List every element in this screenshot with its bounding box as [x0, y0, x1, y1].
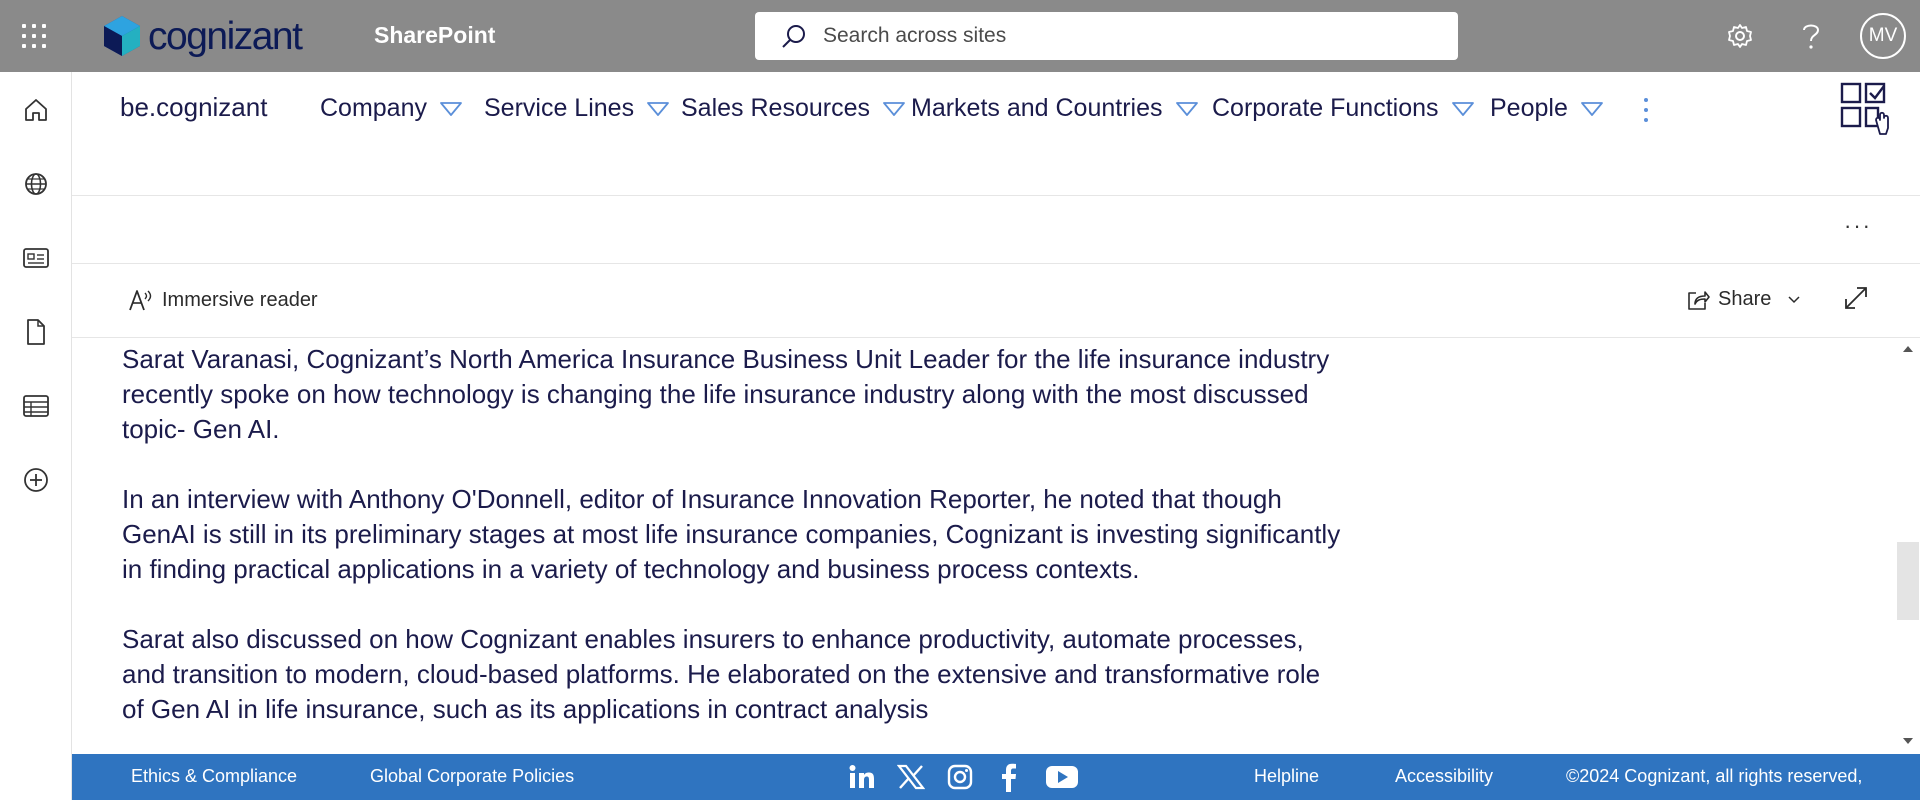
site-title[interactable]: be.cognizant [120, 92, 267, 123]
site-footer: Ethics & Compliance Global Corporate Pol… [72, 754, 1920, 800]
settings-gear-icon[interactable] [1722, 18, 1758, 54]
page-command-bar: ··· [72, 196, 1920, 264]
share-button[interactable]: Share [1686, 288, 1801, 311]
app-name[interactable]: SharePoint [374, 22, 495, 49]
scroll-down-arrow-icon[interactable] [1902, 736, 1914, 746]
footer-link-accessibility[interactable]: Accessibility [1395, 766, 1493, 787]
search-icon [782, 25, 805, 48]
search-box[interactable] [755, 12, 1458, 60]
article-paragraph: In an interview with Anthony O'Donnell, … [122, 484, 1341, 584]
x-twitter-icon[interactable] [895, 762, 927, 792]
share-icon [1688, 290, 1710, 310]
lists-icon[interactable] [18, 388, 54, 424]
dropdown-triangle-icon [1451, 101, 1474, 116]
footer-copyright: ©2024 Cognizant, all rights reserved, [1566, 766, 1863, 786]
nav-item-label: Markets and Countries [911, 94, 1163, 122]
article-paragraph: Sarat also discussed on how Cognizant en… [122, 624, 1321, 724]
nav-item-label: People [1490, 94, 1568, 122]
nav-item-corporate-functions[interactable]: Corporate Functions [1212, 94, 1475, 123]
nav-item-label: Service Lines [484, 94, 635, 122]
cognizant-logo[interactable]: cognizant [100, 14, 303, 58]
dropdown-triangle-icon [1580, 101, 1603, 116]
globe-sites-icon[interactable] [18, 166, 54, 202]
app-tiles-checklist-icon[interactable] [1840, 82, 1894, 136]
immersive-reader-icon [129, 290, 152, 311]
share-label: Share [1718, 288, 1772, 310]
footer-link-ethics[interactable]: Ethics & Compliance [131, 766, 297, 787]
immersive-reader-button[interactable]: Immersive reader [128, 288, 318, 312]
app-rail [0, 72, 72, 800]
more-options-ellipsis-icon[interactable]: ··· [1844, 215, 1872, 244]
chevron-down-icon [1788, 295, 1800, 303]
app-launcher-waffle-icon[interactable] [18, 20, 50, 52]
immersive-reader-label: Immersive reader [162, 288, 318, 311]
instagram-icon[interactable] [944, 762, 976, 792]
search-input[interactable] [823, 24, 1423, 48]
create-plus-icon[interactable] [18, 462, 54, 498]
article-paragraph: Sarat Varanasi, Cognizant’s North Americ… [122, 344, 1330, 444]
nav-item-service-lines[interactable]: Service Lines [484, 94, 670, 123]
more-nav-kebab-icon[interactable] [1640, 94, 1652, 126]
nav-item-label: Corporate Functions [1212, 94, 1439, 122]
files-document-icon[interactable] [18, 314, 54, 350]
suite-bar: cognizant SharePoint MV [0, 0, 1920, 72]
vertical-scrollbar[interactable] [1896, 338, 1920, 754]
user-avatar[interactable]: MV [1860, 13, 1906, 59]
nav-item-markets-and-countries[interactable]: Markets and Countries [911, 94, 1199, 123]
news-icon[interactable] [18, 240, 54, 276]
linkedin-icon[interactable] [846, 762, 878, 792]
article-content: Sarat Varanasi, Cognizant’s North Americ… [72, 338, 1908, 754]
dropdown-triangle-icon [1175, 101, 1198, 116]
nav-item-company[interactable]: Company [320, 94, 463, 123]
dropdown-triangle-icon [883, 101, 905, 116]
help-question-icon[interactable] [1793, 18, 1829, 54]
cognizant-logo-mark-icon [104, 16, 140, 56]
hub-navigation: be.cognizant Company Service Lines Sales… [72, 72, 1920, 196]
footer-link-helpline[interactable]: Helpline [1254, 766, 1319, 787]
expand-fullscreen-icon[interactable] [1842, 284, 1872, 314]
nav-item-people[interactable]: People [1490, 94, 1604, 123]
nav-item-label: Company [320, 94, 427, 122]
youtube-icon[interactable] [1042, 762, 1082, 792]
footer-link-policies[interactable]: Global Corporate Policies [370, 766, 574, 787]
dropdown-triangle-icon [440, 101, 462, 116]
dropdown-triangle-icon [647, 101, 669, 116]
scroll-up-arrow-icon[interactable] [1902, 344, 1914, 354]
nav-item-label: Sales Resources [681, 94, 870, 122]
facebook-icon[interactable] [993, 762, 1025, 792]
article-body: Sarat Varanasi, Cognizant’s North Americ… [122, 342, 1342, 754]
scrollbar-thumb[interactable] [1897, 542, 1919, 620]
article-toolbar: Immersive reader Share [72, 264, 1920, 338]
nav-item-sales-resources[interactable]: Sales Resources [681, 94, 906, 123]
brand-name: cognizant [148, 14, 303, 58]
home-icon[interactable] [18, 92, 54, 128]
